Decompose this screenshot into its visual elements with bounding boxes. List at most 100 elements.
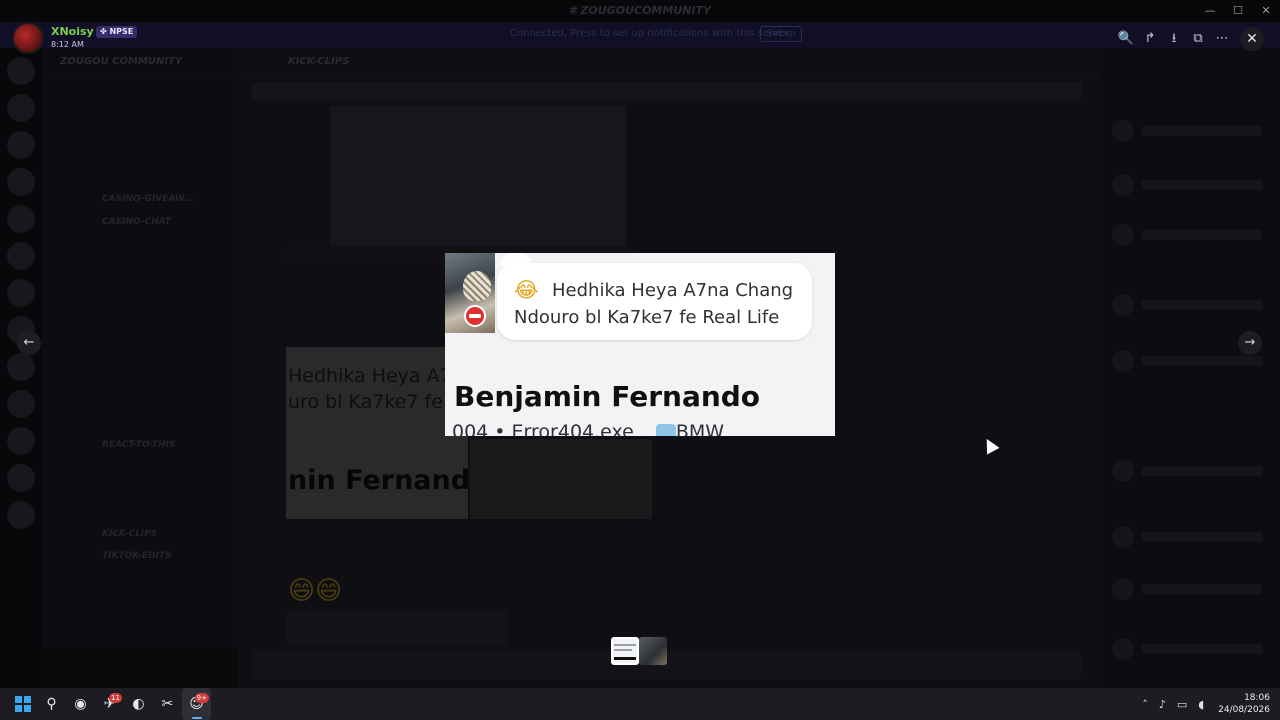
member-item[interactable]	[1142, 644, 1262, 654]
video-embed[interactable]	[330, 106, 626, 246]
previous-image-button[interactable]: ←	[17, 331, 41, 355]
clock-date: 24/08/2026	[1218, 705, 1270, 715]
avatar	[1112, 638, 1134, 660]
channel-item[interactable]: TIKTOK-EDITS	[42, 546, 238, 568]
server-icon[interactable]	[7, 242, 35, 270]
message-input[interactable]	[252, 650, 1082, 680]
thumbnail-line	[614, 649, 632, 651]
message-embed	[286, 610, 508, 646]
chevron-up-icon[interactable]: ˄	[1142, 698, 1148, 711]
channel-item[interactable]	[42, 100, 238, 122]
attachment-image[interactable]: Hedhika Heya A7 uro bl Ka7ke7 fe R nin F…	[286, 347, 468, 519]
profile-subtitle-extra: BMW	[675, 421, 725, 436]
status-bubble: 😂 Hedhika Heya A7na Chang Ndouro bl Ka7k…	[497, 263, 812, 340]
channel-item[interactable]	[42, 323, 238, 345]
forward-icon[interactable]: ↱	[1138, 29, 1162, 49]
server-icon[interactable]	[7, 353, 35, 381]
channel-item[interactable]	[42, 412, 238, 434]
channel-item[interactable]	[42, 279, 238, 301]
member-item[interactable]	[1142, 466, 1262, 476]
close-viewer-button[interactable]: ✕	[1240, 27, 1264, 51]
server-icon[interactable]	[7, 131, 35, 159]
start-button[interactable]	[8, 688, 37, 720]
member-item[interactable]	[1142, 180, 1262, 190]
channel-item[interactable]	[42, 167, 238, 189]
channel-item[interactable]: CASINO-CHAT	[42, 212, 238, 234]
profile-display-name: Benjamin Fernando	[454, 380, 761, 413]
avatar	[1112, 224, 1134, 246]
server-icon[interactable]	[7, 94, 35, 122]
steam-icon[interactable]: ◉	[66, 688, 95, 720]
server-name[interactable]: ZOUGOU COMMUNITY	[42, 48, 238, 78]
window-title: # ZOUGOUCOMMUNITY	[568, 4, 712, 17]
download-icon[interactable]: ⭳	[1162, 29, 1186, 49]
server-icon[interactable]	[7, 168, 35, 196]
capcut-icon[interactable]: ✂	[153, 688, 182, 720]
channel-item[interactable]	[42, 256, 238, 278]
channel-item[interactable]: REACT-TO-THIS	[42, 435, 238, 457]
channel-item[interactable]	[42, 234, 238, 256]
channel-item[interactable]	[42, 457, 238, 479]
member-item[interactable]	[1142, 532, 1262, 542]
server-icon[interactable]	[7, 390, 35, 418]
channel-item[interactable]	[42, 145, 238, 167]
network-icon[interactable]: ▭	[1177, 698, 1187, 711]
channel-item[interactable]: KICK-CLIPS	[42, 524, 238, 546]
user-panel	[42, 648, 238, 688]
clock[interactable]: 18:06 24/08/2026	[1218, 692, 1270, 716]
member-item[interactable]	[1142, 584, 1262, 594]
member-item[interactable]	[1142, 126, 1262, 136]
channel-item[interactable]	[42, 78, 238, 100]
server-icon[interactable]	[7, 57, 35, 85]
server-icon[interactable]	[7, 279, 35, 307]
minimize-button[interactable]: —	[1196, 0, 1224, 22]
channel-item[interactable]	[42, 368, 238, 390]
member-item[interactable]	[1142, 230, 1262, 240]
zoom-icon[interactable]: 🔍	[1114, 29, 1138, 49]
thumbnail-item[interactable]	[639, 637, 667, 665]
thumbnail-line	[614, 644, 636, 646]
server-icon[interactable]	[7, 427, 35, 455]
channel-item[interactable]: CASINO-GIVEAW...	[42, 189, 238, 211]
member-item[interactable]	[1142, 356, 1262, 366]
telegram-icon[interactable]: ✈ 11	[95, 688, 124, 720]
server-icon[interactable]	[7, 205, 35, 233]
viewer-image[interactable]: 😂 Hedhika Heya A7na Chang Ndouro bl Ka7k…	[445, 253, 835, 436]
laughing-emoji-icon: 😂	[514, 278, 539, 302]
more-options-icon[interactable]: ⋯	[1210, 29, 1234, 49]
server-icon[interactable]	[7, 501, 35, 529]
next-image-button[interactable]: →	[1238, 331, 1262, 355]
search-icon[interactable]: ⚲	[37, 688, 66, 720]
clock-time: 18:06	[1244, 693, 1270, 703]
open-in-browser-icon[interactable]: ⧉	[1186, 29, 1210, 49]
volume-icon[interactable]: ◖	[1198, 698, 1204, 711]
discord-icon[interactable]: ☺ 9+	[182, 688, 211, 720]
avatar	[1112, 350, 1134, 372]
viewer-actions: 🔍 ↱ ⭳ ⧉ ⋯ ✕	[1114, 27, 1264, 51]
channel-item[interactable]	[42, 301, 238, 323]
channel-item[interactable]	[42, 123, 238, 145]
attachment-line: Hedhika Heya A7	[288, 365, 452, 387]
notification-badge: 9+	[194, 693, 209, 703]
maximize-button[interactable]: ☐	[1224, 0, 1252, 22]
microphone-icon[interactable]: ♪	[1159, 698, 1166, 711]
member-list	[1098, 48, 1280, 688]
server-icon[interactable]	[7, 464, 35, 492]
edge-icon[interactable]: ◐	[124, 688, 153, 720]
channel-item[interactable]	[42, 390, 238, 412]
server-list	[0, 48, 42, 688]
close-window-button[interactable]: ✕	[1252, 0, 1280, 22]
attachment-name: nin Fernando	[288, 465, 468, 496]
channel-item[interactable]	[42, 479, 238, 501]
profile-subtitle: 004 • Error404.exe BMW	[452, 421, 724, 436]
channel-item[interactable]	[42, 346, 238, 368]
author-name[interactable]: XNoisy	[51, 25, 94, 38]
thumbnail-item[interactable]	[611, 637, 639, 665]
bubble-text-line2: Ndouro bl Ka7ke7 fe Real Life	[514, 307, 780, 328]
author-avatar[interactable]	[12, 22, 44, 54]
member-item[interactable]	[1142, 300, 1262, 310]
channel-item[interactable]	[42, 502, 238, 524]
system-tray: ˄ ♪ ▭ ◖ 18:06 24/08/2026	[1131, 688, 1270, 720]
attachment-image[interactable]	[470, 439, 652, 519]
taskbar-icons: ⚲ ◉ ✈ 11 ◐ ✂ ☺ 9+	[8, 688, 211, 720]
